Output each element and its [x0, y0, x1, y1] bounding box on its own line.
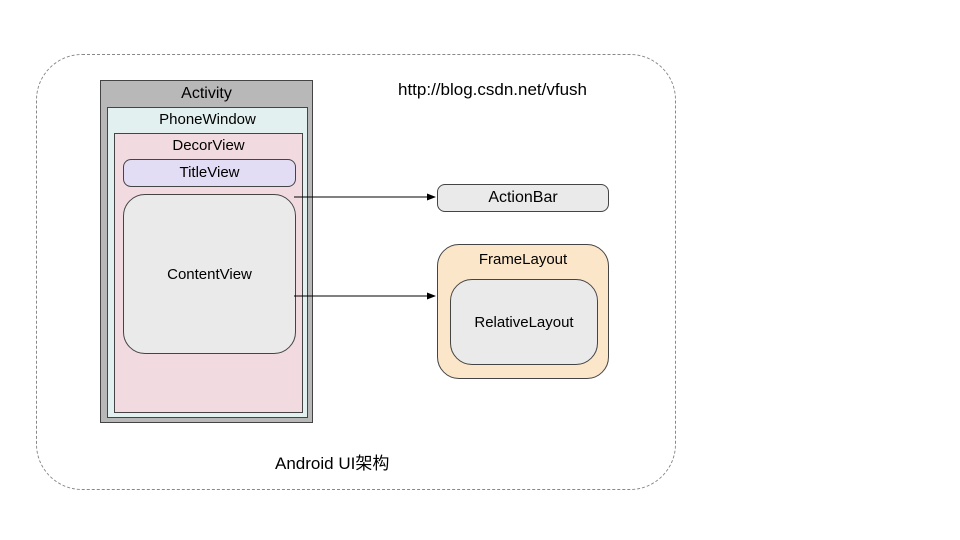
phonewindow-label: PhoneWindow	[108, 108, 307, 130]
phonewindow-box: PhoneWindow DecorView TitleView ContentV…	[107, 107, 308, 418]
decorview-label: DecorView	[115, 134, 302, 156]
contentview-box: ContentView	[123, 194, 296, 354]
decorview-box: DecorView TitleView ContentView	[114, 133, 303, 413]
framelayout-box: FrameLayout RelativeLayout	[437, 244, 609, 379]
framelayout-label: FrameLayout	[438, 245, 608, 270]
source-url-text: http://blog.csdn.net/vfush	[398, 80, 587, 100]
actionbar-box: ActionBar	[437, 184, 609, 212]
relativelayout-box: RelativeLayout	[450, 279, 598, 365]
diagram-caption: Android UI架构	[275, 449, 389, 474]
titleview-box: TitleView	[123, 159, 296, 187]
activity-label: Activity	[101, 81, 312, 105]
activity-box: Activity PhoneWindow DecorView TitleView…	[100, 80, 313, 423]
